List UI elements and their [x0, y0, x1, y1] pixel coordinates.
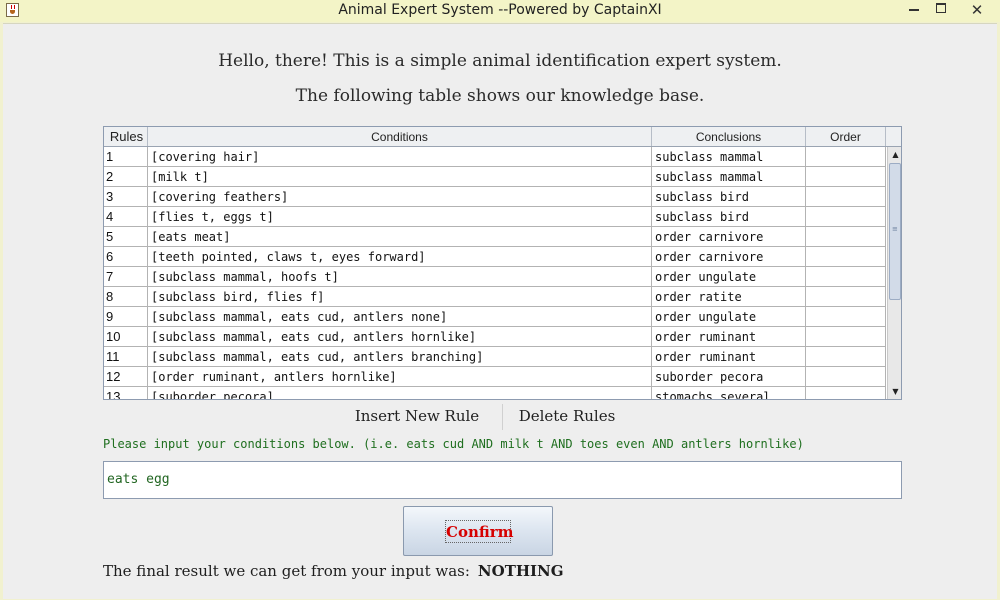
- confirm-button[interactable]: Confirm: [403, 506, 553, 556]
- close-icon: ✕: [970, 1, 984, 19]
- table-row[interactable]: 3 [covering feathers] subclass bird: [104, 187, 886, 207]
- scrollbar-thumb[interactable]: ≡: [889, 163, 901, 300]
- order-cell[interactable]: [806, 207, 886, 226]
- conditions-cell[interactable]: [subclass bird, flies f]: [148, 287, 652, 306]
- conditions-cell[interactable]: [teeth pointed, claws t, eyes forward]: [148, 247, 652, 266]
- conclusion-cell[interactable]: order ruminant: [652, 347, 806, 366]
- conditions-cell[interactable]: [covering feathers]: [148, 187, 652, 206]
- order-cell[interactable]: [806, 327, 886, 346]
- rule-number-cell[interactable]: 4: [104, 207, 148, 226]
- result-label: The final result we can get from your in…: [103, 562, 470, 580]
- conclusion-cell[interactable]: suborder pecora: [652, 367, 806, 386]
- rule-number-cell[interactable]: 7: [104, 267, 148, 286]
- rule-number-cell[interactable]: 6: [104, 247, 148, 266]
- conditions-cell[interactable]: [subclass mammal, eats cud, antlers none…: [148, 307, 652, 326]
- table-row[interactable]: 9 [subclass mammal, eats cud, antlers no…: [104, 307, 886, 327]
- table-row[interactable]: 10 [subclass mammal, eats cud, antlers h…: [104, 327, 886, 347]
- table-vertical-scrollbar[interactable]: ▲ ≡ ▼: [887, 147, 901, 399]
- button-divider: [502, 404, 503, 430]
- delete-rules-button[interactable]: Delete Rules: [510, 402, 624, 430]
- rule-number-cell[interactable]: 12: [104, 367, 148, 386]
- conclusion-cell[interactable]: order ungulate: [652, 267, 806, 286]
- conditions-cell[interactable]: [order ruminant, antlers hornlike]: [148, 367, 652, 386]
- order-cell[interactable]: [806, 147, 886, 166]
- order-cell[interactable]: [806, 247, 886, 266]
- order-cell[interactable]: [806, 227, 886, 246]
- greeting-text: Hello, there! This is a simple animal id…: [218, 51, 782, 71]
- column-header-conditions[interactable]: Conditions: [148, 127, 652, 146]
- confirm-button-label: Confirm: [445, 520, 514, 543]
- result-line: The final result we can get from your in…: [103, 562, 564, 580]
- column-header-rules[interactable]: Rules: [104, 127, 148, 146]
- conclusion-cell[interactable]: subclass mammal: [652, 147, 806, 166]
- table-row[interactable]: 6 [teeth pointed, claws t, eyes forward]…: [104, 247, 886, 267]
- rule-number-cell[interactable]: 11: [104, 347, 148, 366]
- conclusion-cell[interactable]: order ungulate: [652, 307, 806, 326]
- maximize-button[interactable]: [928, 0, 954, 20]
- table-header: Rules Conditions Conclusions Order: [104, 127, 886, 147]
- input-instructions: Please input your conditions below. (i.e…: [103, 437, 804, 451]
- table-intro-text: The following table shows our knowledge …: [295, 86, 705, 106]
- order-cell[interactable]: [806, 307, 886, 326]
- rule-number-cell[interactable]: 1: [104, 147, 148, 166]
- conclusion-cell[interactable]: subclass bird: [652, 187, 806, 206]
- table-row[interactable]: 13 [suborder pecora] stomachs several: [104, 387, 886, 399]
- table-row[interactable]: 4 [flies t, eggs t] subclass bird: [104, 207, 886, 227]
- table-row[interactable]: 11 [subclass mammal, eats cud, antlers b…: [104, 347, 886, 367]
- order-cell[interactable]: [806, 187, 886, 206]
- order-cell[interactable]: [806, 367, 886, 386]
- rule-number-cell[interactable]: 3: [104, 187, 148, 206]
- order-cell[interactable]: [806, 167, 886, 186]
- conditions-cell[interactable]: [suborder pecora]: [148, 387, 652, 399]
- table-row[interactable]: 7 [subclass mammal, hoofs t] order ungul…: [104, 267, 886, 287]
- title-bar: Animal Expert System --Powered by Captai…: [0, 0, 1000, 22]
- conclusion-cell[interactable]: subclass mammal: [652, 167, 806, 186]
- result-value: NOTHING: [477, 562, 564, 580]
- scroll-up-arrow-icon[interactable]: ▲: [889, 148, 901, 162]
- column-header-order[interactable]: Order: [806, 127, 886, 146]
- order-cell[interactable]: [806, 387, 886, 399]
- rule-number-cell[interactable]: 8: [104, 287, 148, 306]
- grip-icon: ≡: [892, 225, 898, 233]
- table-row[interactable]: 12 [order ruminant, antlers hornlike] su…: [104, 367, 886, 387]
- table-body: 1 [covering hair] subclass mammal 2 [mil…: [104, 147, 886, 399]
- conclusion-cell[interactable]: order ratite: [652, 287, 806, 306]
- table-row[interactable]: 1 [covering hair] subclass mammal: [104, 147, 886, 167]
- table-row[interactable]: 2 [milk t] subclass mammal: [104, 167, 886, 187]
- conditions-cell[interactable]: [subclass mammal, hoofs t]: [148, 267, 652, 286]
- scroll-down-arrow-icon[interactable]: ▼: [889, 385, 901, 399]
- conditions-cell[interactable]: [milk t]: [148, 167, 652, 186]
- knowledge-base-table[interactable]: Rules Conditions Conclusions Order 1 [co…: [103, 126, 902, 400]
- rule-number-cell[interactable]: 9: [104, 307, 148, 326]
- window-title: Animal Expert System --Powered by Captai…: [338, 2, 662, 18]
- order-cell[interactable]: [806, 287, 886, 306]
- conclusion-cell[interactable]: stomachs several: [652, 387, 806, 399]
- insert-new-rule-button[interactable]: Insert New Rule: [352, 402, 482, 430]
- order-cell[interactable]: [806, 347, 886, 366]
- conditions-cell[interactable]: [subclass mammal, eats cud, antlers bran…: [148, 347, 652, 366]
- table-row[interactable]: 8 [subclass bird, flies f] order ratite: [104, 287, 886, 307]
- rule-number-cell[interactable]: 10: [104, 327, 148, 346]
- conclusion-cell[interactable]: order carnivore: [652, 247, 806, 266]
- conditions-cell[interactable]: [covering hair]: [148, 147, 652, 166]
- conclusion-cell[interactable]: order ruminant: [652, 327, 806, 346]
- rule-number-cell[interactable]: 2: [104, 167, 148, 186]
- conditions-cell[interactable]: [eats meat]: [148, 227, 652, 246]
- minimize-button[interactable]: [900, 0, 928, 20]
- rule-number-cell[interactable]: 13: [104, 387, 148, 399]
- conditions-cell[interactable]: [subclass mammal, eats cud, antlers horn…: [148, 327, 652, 346]
- table-row[interactable]: 5 [eats meat] order carnivore: [104, 227, 886, 247]
- conclusion-cell[interactable]: order carnivore: [652, 227, 806, 246]
- conditions-input[interactable]: [103, 461, 902, 499]
- conclusion-cell[interactable]: subclass bird: [652, 207, 806, 226]
- header-corner: [886, 127, 901, 147]
- conditions-cell[interactable]: [flies t, eggs t]: [148, 207, 652, 226]
- rule-number-cell[interactable]: 5: [104, 227, 148, 246]
- order-cell[interactable]: [806, 267, 886, 286]
- close-button[interactable]: ✕: [954, 0, 1000, 20]
- column-header-conclusions[interactable]: Conclusions: [652, 127, 806, 146]
